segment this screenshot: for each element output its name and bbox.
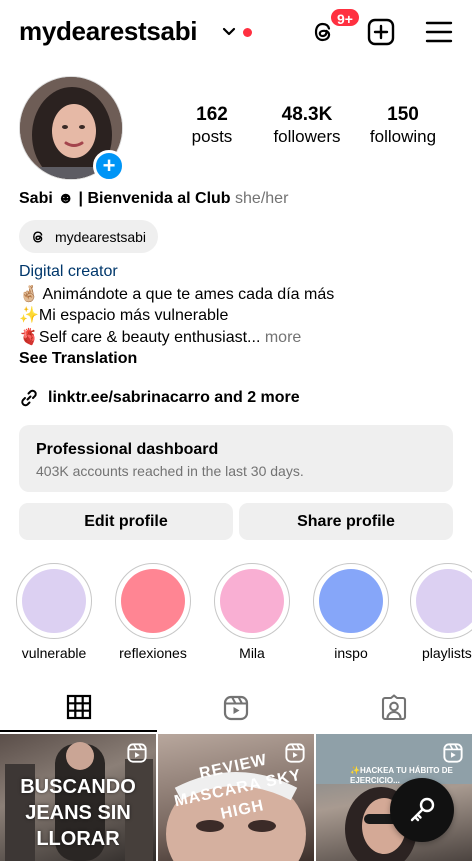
highlight-item[interactable]: playlists: [410, 563, 472, 661]
add-story-plus-icon[interactable]: +: [93, 150, 125, 182]
reel-indicator-icon: [443, 743, 463, 763]
hamburger-icon[interactable]: [424, 17, 454, 47]
highlight-label: reflexiones: [119, 645, 187, 661]
highlight-item[interactable]: vulnerable: [14, 563, 94, 661]
threads-handle: mydearestsabi: [55, 228, 147, 245]
highlight-item[interactable]: Mila: [212, 563, 292, 661]
following-count: 150: [387, 104, 419, 125]
chevron-down-icon[interactable]: [222, 25, 236, 39]
see-translation-link[interactable]: See Translation: [19, 348, 137, 369]
username-switcher[interactable]: mydearestsabi: [19, 16, 198, 47]
link-icon: [21, 389, 37, 407]
profile-avatar-container[interactable]: +: [19, 76, 125, 182]
dashboard-title: Professional dashboard: [36, 441, 219, 458]
posts-count: 162: [196, 104, 228, 125]
highlight-label: playlists: [422, 645, 472, 661]
highlight-label: vulnerable: [21, 645, 87, 661]
edit-profile-button[interactable]: Edit profile: [19, 503, 233, 540]
posts-label: posts: [191, 127, 233, 146]
highlight-ring: [410, 563, 472, 639]
following-label: following: [369, 127, 437, 146]
bio-more-link[interactable]: more: [265, 329, 301, 346]
followers-count: 48.3K: [281, 104, 333, 125]
highlight-cover: [319, 569, 383, 633]
tagged-icon: [381, 694, 406, 721]
bio-link[interactable]: linktr.ee/sabrinacarro and 2 more: [19, 388, 300, 408]
following-stat[interactable]: 150 following: [355, 104, 451, 148]
reel-indicator-icon: [285, 743, 305, 763]
post-overlay-text: BUSCANDO JEANS SIN LLORAR: [20, 776, 136, 850]
post-thumbnail[interactable]: BUSCANDO JEANS SIN LLORAR: [0, 734, 156, 861]
dashboard-subtitle: 403K accounts reached in the last 30 day…: [36, 463, 304, 479]
display-name: Sabi ☻ | Bienvenida al Club: [19, 190, 231, 207]
bio-line-3: 🫀Self care & beauty enthusiast... more: [19, 327, 301, 348]
highlight-cover: [416, 569, 472, 633]
profile-category: Digital creator: [19, 263, 118, 280]
highlight-ring: [16, 563, 92, 639]
bio-link-text: linktr.ee/sabrinacarro and 2 more: [48, 389, 300, 406]
profile-header: mydearestsabi 9+: [0, 0, 472, 66]
threads-profile-chip[interactable]: mydearestsabi: [19, 220, 159, 253]
followers-label: followers: [273, 127, 341, 146]
highlight-item[interactable]: reflexiones: [113, 563, 193, 661]
highlight-label: Mila: [239, 645, 265, 661]
reels-icon: [223, 695, 248, 721]
grid-icon: [66, 694, 91, 720]
floating-action-button[interactable]: [390, 778, 454, 842]
profile-tabs: [0, 684, 472, 732]
key-icon: [410, 797, 435, 822]
display-name-line: Sabi ☻ | Bienvenida al Club she/her: [19, 188, 288, 210]
highlight-cover: [22, 569, 86, 633]
threads-icon: [33, 230, 43, 243]
plus-square-icon[interactable]: [366, 17, 396, 47]
highlight-ring: [214, 563, 290, 639]
highlight-ring: [115, 563, 191, 639]
bio-line-1: 🤞🏼 Animándote a que te ames cada día más: [19, 286, 335, 303]
post-thumbnail[interactable]: REVIEW MASCARA SKY HIGH: [158, 734, 314, 861]
pronouns: she/her: [235, 190, 289, 207]
share-profile-button[interactable]: Share profile: [239, 503, 453, 540]
highlight-ring: [313, 563, 389, 639]
tab-reels[interactable]: [157, 684, 314, 732]
reel-indicator-icon: [127, 743, 147, 763]
highlight-label: inspo: [334, 645, 368, 661]
posts-stat[interactable]: 162 posts: [164, 104, 260, 148]
highlight-item[interactable]: inspo: [311, 563, 391, 661]
tab-tagged[interactable]: [315, 684, 472, 732]
bio-line-3-text: 🫀Self care & beauty enthusiast...: [19, 329, 261, 346]
highlight-cover: [220, 569, 284, 633]
bio-line-2: ✨Mi espacio más vulnerable: [19, 307, 229, 324]
tab-posts-grid[interactable]: [0, 684, 157, 732]
highlight-cover: [121, 569, 185, 633]
notification-badge: 9+: [329, 7, 361, 28]
professional-dashboard-card[interactable]: Professional dashboard 403K accounts rea…: [19, 425, 453, 492]
unread-dot: [243, 28, 252, 37]
followers-stat[interactable]: 48.3K followers: [259, 104, 355, 148]
